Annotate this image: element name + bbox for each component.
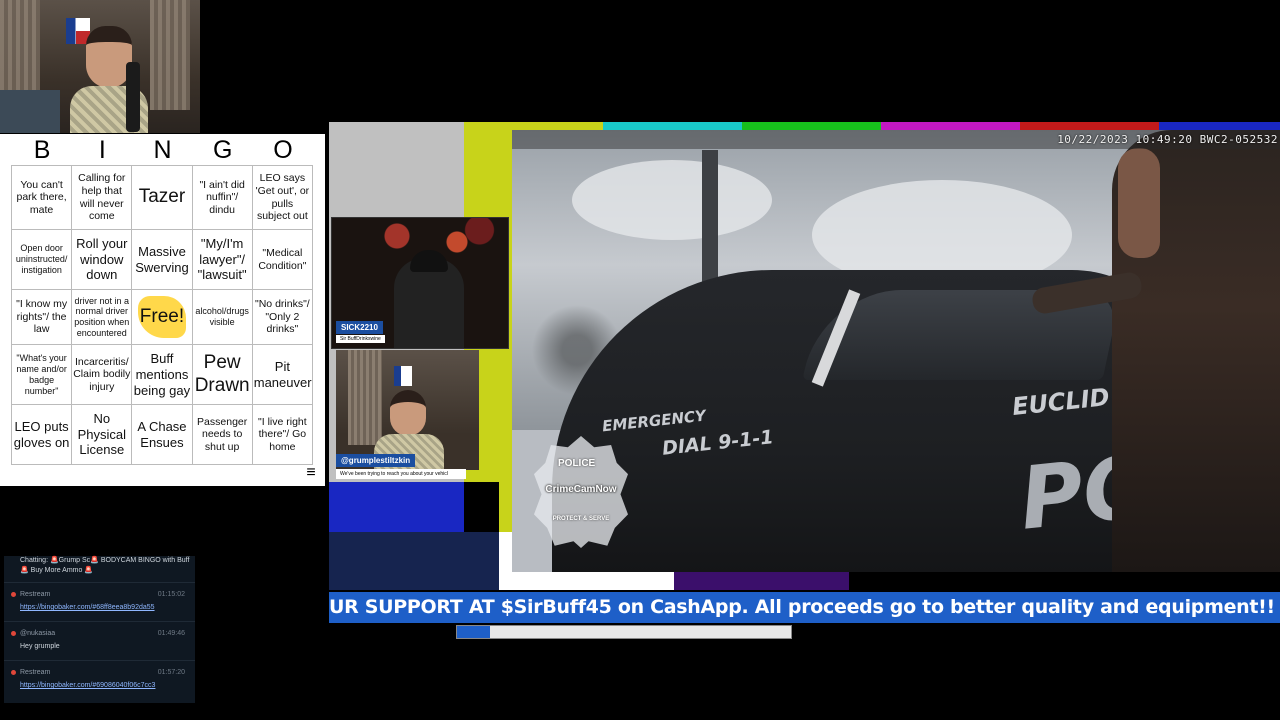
watermark-name: CrimeCamNow [545, 484, 617, 495]
bingo-row: LEO puts gloves on No Physical License A… [10, 404, 314, 465]
bingo-grid: You can't park there, mate Calling for h… [10, 164, 314, 465]
bingo-cell[interactable]: "What's your name and/or badge number" [10, 344, 73, 406]
bingo-cell[interactable]: "No drinks"/ "Only 2 drinks" [251, 288, 314, 346]
shelf [0, 90, 60, 133]
badge-bottom-text: PROTECT & SERVE [552, 516, 610, 522]
bingo-letter: N [153, 136, 172, 164]
bingo-cell[interactable]: alcohol/drugs visible [191, 288, 253, 346]
bingo-cell[interactable]: "I know my rights"/ the law [10, 288, 73, 346]
streamer-webcam [0, 0, 200, 133]
bingo-cell[interactable]: No Physical License [71, 404, 133, 465]
bingo-cell[interactable]: Pew Drawn [191, 344, 253, 406]
chat-time: 01:15:02 [157, 591, 185, 598]
bingo-cell[interactable]: Calling for help that will never come [71, 164, 133, 231]
test-bar [464, 482, 499, 532]
bingo-cell[interactable]: "My/I'm lawyer"/ "lawsuit" [191, 229, 253, 290]
bingo-cell[interactable]: LEO says 'Get out', or pulls subject out [251, 164, 314, 231]
chat-link[interactable]: https://bingobaker.com/#68ff8eea8b92da55 [20, 604, 155, 611]
chat-message: Chatting: 🚨Grump Sc🚨 BODYCAM BINGO with … [4, 556, 195, 576]
bingo-cell[interactable]: Passenger needs to shut up [191, 404, 253, 465]
bingo-header: B I N G O [12, 136, 313, 164]
chat-link[interactable]: https://bingobaker.com/#69086040f06c7cc3 [20, 682, 155, 689]
restream-icon [11, 670, 16, 675]
guest-webcam: SICK2210 Sir BuffDrinkswine [331, 217, 509, 349]
bodycam-timestamp: 10/22/2023 10:49:20 BWC2-052532 [1057, 133, 1278, 146]
free-label: Free! [139, 305, 185, 327]
chat-user: Restream [20, 591, 51, 598]
bingo-cell[interactable]: Incarceritis/ Claim bodily injury [71, 344, 133, 406]
host-sub-label: We've been trying to reach you about you… [336, 469, 466, 479]
bingo-cell[interactable]: "Medical Condition" [251, 229, 314, 290]
hamburger-menu-icon[interactable]: ≡ [300, 463, 322, 483]
bingo-cell[interactable]: Pit maneuver [251, 344, 314, 406]
person-face [1118, 148, 1160, 258]
progress-bar [456, 625, 792, 639]
chat-panel: Chatting: 🚨Grump Sc🚨 BODYCAM BINGO with … [4, 556, 195, 703]
room-divider [150, 0, 190, 110]
bingo-card: B I N G O You can't park there, mate Cal… [0, 134, 325, 486]
bingo-cell[interactable]: Roll your window down [71, 229, 133, 290]
microphone [126, 62, 140, 132]
chat-text: Chatting: 🚨Grump Sc🚨 BODYCAM BINGO with … [20, 557, 190, 574]
guest-sub-label: Sir BuffDrinkswine [336, 335, 385, 343]
bingo-free-cell[interactable]: Free! [131, 288, 193, 346]
guest-name-label: SICK2210 [336, 321, 383, 334]
host-head [390, 390, 426, 436]
host-name-label: @grumplestiltzkin [336, 454, 416, 467]
bingo-cell[interactable]: A Chase Ensues [131, 404, 193, 465]
bingo-row: "What's your name and/or badge number" I… [10, 344, 314, 406]
chat-time: 01:57:20 [157, 669, 185, 676]
bingo-letter: I [98, 136, 106, 164]
chat-text: Hey grumple [20, 643, 60, 650]
restream-icon [11, 592, 16, 597]
bingo-cell[interactable]: You can't park there, mate [10, 164, 73, 231]
chat-divider [4, 660, 195, 661]
ticker-text: UR SUPPORT AT $SirBuff45 on CashApp. All… [329, 596, 1280, 618]
bingo-cell[interactable]: Open door uninstructed/ instigation [10, 229, 73, 290]
bingo-cell[interactable]: Massive Swerving [131, 229, 193, 290]
youtube-icon [11, 631, 16, 636]
cloud [572, 160, 772, 240]
chat-message: @nukasiaa 01:49:46 Hey grumple [4, 629, 195, 653]
chat-divider [4, 582, 195, 583]
host-webcam-small: @grumplestiltzkin [336, 350, 479, 470]
test-bar [329, 532, 499, 590]
bingo-row: "I know my rights"/ the law driver not i… [10, 288, 314, 346]
bingo-cell[interactable]: Tazer [131, 164, 193, 231]
chat-message: Restream 01:15:02 https://bingobaker.com… [4, 590, 195, 614]
chat-user: Restream [20, 669, 51, 676]
bingo-letter: G [212, 136, 233, 164]
bingo-cell[interactable]: LEO puts gloves on [10, 404, 73, 465]
chat-message: Restream 01:57:20 https://bingobaker.com… [4, 668, 195, 692]
test-bar [329, 482, 464, 532]
bingo-cell[interactable]: Buff mentions being gay [131, 344, 193, 406]
chat-time: 01:49:46 [157, 630, 185, 637]
bingo-cell[interactable]: driver not in a normal driver position w… [71, 288, 133, 346]
progress-fill [457, 626, 491, 638]
badge-top-text: POLICE [558, 458, 596, 469]
chat-divider [4, 621, 195, 622]
donation-ticker: UR SUPPORT AT $SirBuff45 on CashApp. All… [329, 592, 1280, 623]
bingo-cell[interactable]: "I ain't did nuffin"/ dindu [191, 164, 253, 231]
chat-user: @nukasiaa [20, 630, 56, 637]
bingo-cell[interactable]: "I live right there"/ Go home [251, 404, 314, 465]
room-divider [348, 350, 382, 445]
texas-flag [394, 366, 412, 386]
bingo-letter: O [273, 136, 293, 164]
test-bar [674, 570, 849, 590]
bingo-row: Open door uninstructed/ instigation Roll… [10, 229, 314, 290]
bingo-row: You can't park there, mate Calling for h… [10, 164, 314, 231]
bodycam-video[interactable]: EMERGENCY DIAL 9-1-1 EUCLID POL POLICE C… [512, 130, 1280, 572]
bingo-letter: B [33, 136, 51, 164]
